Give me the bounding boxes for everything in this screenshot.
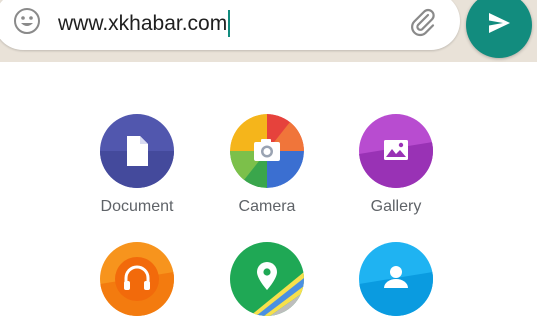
message-input-container[interactable]: www.xkhabar.com [0, 0, 460, 50]
send-arrow-icon [485, 9, 513, 42]
message-text: www.xkhabar.com [58, 11, 228, 35]
location-circle[interactable] [230, 242, 304, 316]
message-input[interactable]: www.xkhabar.com [58, 10, 231, 37]
camera-icon [254, 139, 280, 161]
document-circle[interactable] [100, 114, 174, 188]
paperclip-icon[interactable] [406, 5, 440, 39]
attach-label: Document [100, 198, 174, 215]
attach-label: Gallery [370, 198, 422, 215]
send-button[interactable] [466, 0, 532, 58]
audio-circle[interactable] [100, 242, 174, 316]
text-caret [228, 10, 231, 37]
camera-circle[interactable] [230, 114, 304, 188]
gallery-circle[interactable] [359, 114, 433, 188]
composer-bar: www.xkhabar.com [0, 0, 537, 62]
gallery-icon [384, 140, 408, 160]
emoji-smile-icon[interactable] [12, 6, 42, 36]
attach-label: Camera [238, 198, 296, 215]
attachment-sheet: Document Camera Gallery [0, 62, 537, 330]
contact-circle[interactable] [359, 242, 433, 316]
